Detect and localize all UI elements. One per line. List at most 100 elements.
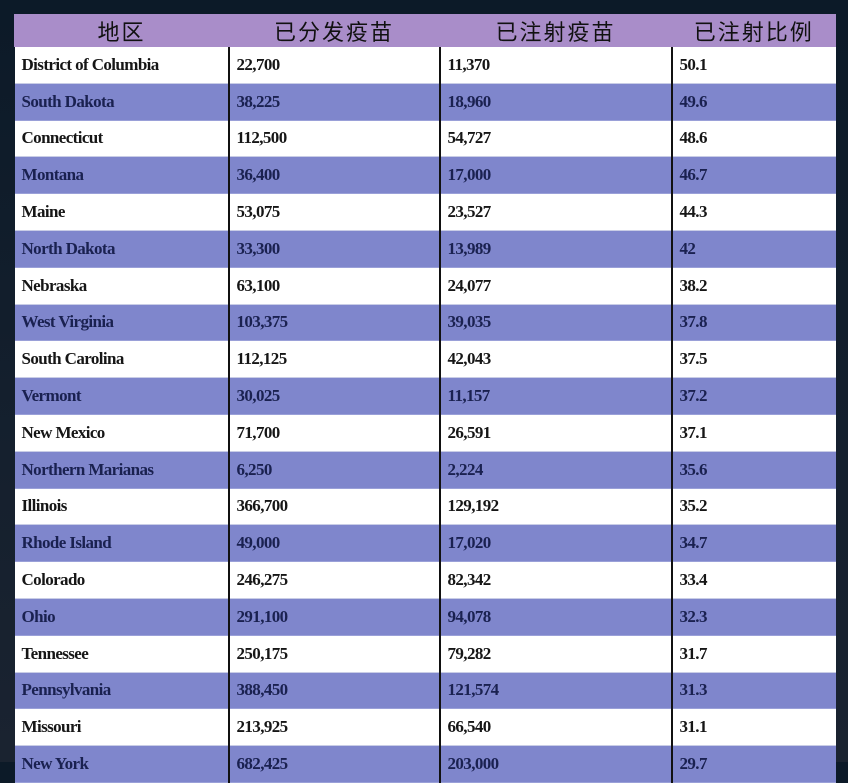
vaccine-distribution-table: 地区 已分发疫苗 已注射疫苗 已注射比例 District of Columbi… — [14, 14, 836, 783]
cell-ratio: 33.4 — [670, 561, 836, 599]
cell-administered: 2,224 — [438, 451, 672, 489]
table-row: Missouri 213,925 66,540 31.1 — [14, 708, 836, 747]
table-header-row: 地区 已分发疫苗 已注射疫苗 已注射比例 — [14, 14, 836, 47]
cell-administered: 18,960 — [438, 83, 672, 121]
cell-region: New York — [14, 745, 229, 783]
cell-distributed: 246,275 — [227, 561, 440, 599]
cell-administered: 66,540 — [438, 708, 672, 747]
cell-administered: 82,342 — [438, 561, 672, 599]
table-body: District of Columbia 22,700 11,370 50.1 Sout… — [14, 47, 836, 783]
cell-distributed: 38,225 — [227, 83, 440, 121]
cell-region: Northern Marianas — [14, 451, 229, 489]
cell-administered: 54,727 — [438, 120, 672, 158]
table-row: Nebraska 63,100 24,077 38.2 — [14, 267, 836, 305]
cell-ratio: 49.6 — [670, 83, 836, 121]
cell-ratio: 32.3 — [670, 598, 836, 636]
cell-distributed: 63,100 — [227, 267, 440, 305]
cell-ratio: 46.7 — [670, 156, 836, 195]
cell-region: Pennsylvania — [14, 672, 229, 710]
cell-distributed: 366,700 — [227, 488, 440, 526]
cell-region: Maine — [14, 193, 229, 231]
table-row: District of Columbia 22,700 11,370 50.1 — [14, 47, 836, 84]
cell-administered: 26,591 — [438, 414, 672, 452]
table-row: Northern Marianas 6,250 2,224 35.6 — [14, 451, 836, 489]
cell-administered: 13,989 — [438, 230, 672, 268]
cell-administered: 11,370 — [438, 47, 672, 84]
cell-administered: 23,527 — [438, 193, 672, 231]
cell-region: Colorado — [14, 561, 229, 599]
cell-distributed: 213,925 — [227, 708, 440, 747]
cell-ratio: 38.2 — [670, 267, 836, 305]
header-ratio: 已注射比例 — [671, 14, 836, 47]
table-row: Colorado 246,275 82,342 33.4 — [14, 561, 836, 599]
cell-region: Illinois — [14, 488, 229, 526]
cell-ratio: 35.2 — [670, 488, 836, 526]
cell-ratio: 31.7 — [670, 635, 836, 673]
cell-region: Tennessee — [14, 635, 229, 673]
cell-distributed: 250,175 — [227, 635, 440, 673]
cell-ratio: 42 — [670, 230, 836, 268]
cell-administered: 94,078 — [438, 598, 672, 636]
cell-administered: 39,035 — [438, 304, 672, 342]
cell-distributed: 291,100 — [227, 598, 440, 636]
table-row: Rhode Island 49,000 17,020 34.7 — [14, 524, 836, 563]
table-row: Connecticut 112,500 54,727 48.6 — [14, 120, 836, 158]
table-row: North Dakota 33,300 13,989 42 — [14, 230, 836, 268]
table-row: Montana 36,400 17,000 46.7 — [14, 156, 836, 195]
cell-region: West Virginia — [14, 304, 229, 342]
cell-ratio: 48.6 — [670, 120, 836, 158]
cell-administered: 24,077 — [438, 267, 672, 305]
cell-distributed: 53,075 — [227, 193, 440, 231]
cell-distributed: 112,125 — [227, 340, 440, 379]
cell-administered: 203,000 — [438, 745, 672, 783]
cell-ratio: 37.5 — [670, 340, 836, 379]
cell-distributed: 6,250 — [227, 451, 440, 489]
cell-ratio: 35.6 — [670, 451, 836, 489]
cell-region: Connecticut — [14, 120, 229, 158]
cell-region: Montana — [14, 156, 229, 195]
cell-distributed: 112,500 — [227, 120, 440, 158]
table-row: New Mexico 71,700 26,591 37.1 — [14, 414, 836, 452]
cell-region: Missouri — [14, 708, 229, 747]
cell-distributed: 49,000 — [227, 524, 440, 563]
cell-ratio: 34.7 — [670, 524, 836, 563]
table-row: West Virginia 103,375 39,035 37.8 — [14, 304, 836, 342]
cell-distributed: 30,025 — [227, 377, 440, 415]
cell-region: South Dakota — [14, 83, 229, 121]
cell-ratio: 31.1 — [670, 708, 836, 747]
table-row: New York 682,425 203,000 29.7 — [14, 745, 836, 783]
table-row: South Carolina 112,125 42,043 37.5 — [14, 340, 836, 379]
cell-ratio: 37.2 — [670, 377, 836, 415]
header-region: 地区 — [14, 14, 229, 47]
cell-distributed: 33,300 — [227, 230, 440, 268]
cell-ratio: 29.7 — [670, 745, 836, 783]
cell-administered: 129,192 — [438, 488, 672, 526]
table-row: South Dakota 38,225 18,960 49.6 — [14, 83, 836, 121]
cell-region: New Mexico — [14, 414, 229, 452]
vaccine-table-container: 地区 已分发疫苗 已注射疫苗 已注射比例 District of Columbi… — [14, 14, 836, 783]
cell-region: Rhode Island — [14, 524, 229, 563]
cell-administered: 121,574 — [438, 672, 672, 710]
cell-distributed: 388,450 — [227, 672, 440, 710]
cell-region: North Dakota — [14, 230, 229, 268]
cell-ratio: 44.3 — [670, 193, 836, 231]
cell-region: Ohio — [14, 598, 229, 636]
cell-region: Vermont — [14, 377, 229, 415]
table-row: Maine 53,075 23,527 44.3 — [14, 193, 836, 231]
cell-region: District of Columbia — [14, 47, 229, 84]
cell-ratio: 50.1 — [670, 47, 836, 84]
cell-ratio: 37.1 — [670, 414, 836, 452]
cell-administered: 17,000 — [438, 156, 672, 195]
cell-administered: 79,282 — [438, 635, 672, 673]
cell-administered: 42,043 — [438, 340, 672, 379]
cell-ratio: 31.3 — [670, 672, 836, 710]
cell-distributed: 22,700 — [227, 47, 440, 84]
cell-region: Nebraska — [14, 267, 229, 305]
table-row: Pennsylvania 388,450 121,574 31.3 — [14, 672, 836, 710]
header-distributed: 已分发疫苗 — [228, 14, 440, 47]
cell-administered: 11,157 — [438, 377, 672, 415]
table-row: Ohio 291,100 94,078 32.3 — [14, 598, 836, 636]
table-row: Illinois 366,700 129,192 35.2 — [14, 488, 836, 526]
table-row: Vermont 30,025 11,157 37.2 — [14, 377, 836, 415]
cell-distributed: 103,375 — [227, 304, 440, 342]
